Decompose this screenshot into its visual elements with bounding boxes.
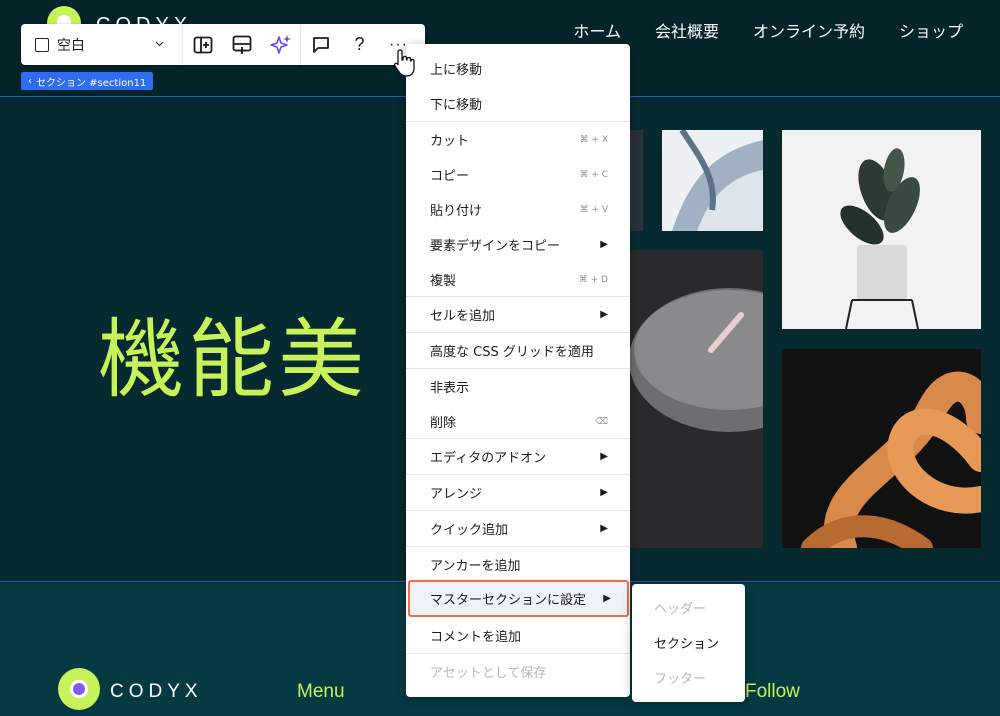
menu-item-shortcut: ⌫ — [595, 416, 608, 427]
menu-item-copy-design[interactable]: 要素デザインをコピー ▶ — [406, 227, 630, 262]
hero-title[interactable]: 機能美 — [98, 289, 368, 414]
menu-item-label: 非表示 — [430, 381, 470, 396]
layout-columns-icon — [193, 36, 212, 53]
menu-item-label: マスターセクションに設定 — [430, 593, 587, 608]
gallery-photo-speaker[interactable] — [629, 250, 763, 548]
menu-item-duplicate[interactable]: 複製 ⌘ + D — [406, 262, 630, 297]
layout-dropdown[interactable]: 空白 — [21, 24, 183, 65]
footer-logo-text: CODYX — [110, 681, 203, 702]
sparkle-icon — [269, 34, 291, 54]
comment-icon — [312, 36, 329, 53]
menu-item-cut[interactable]: カット ⌘ + X — [406, 122, 630, 157]
chevron-right-icon: ▶ — [600, 309, 608, 320]
menu-item-label: アンカーを追加 — [430, 559, 521, 574]
gallery-photo-dark[interactable] — [629, 130, 643, 231]
menu-item-shortcut: ⌘ + X — [579, 134, 608, 145]
menu-item-label: コメントを追加 — [430, 630, 522, 645]
menu-item-label: 上に移動 — [430, 63, 483, 78]
chevron-left-icon: ‹ — [28, 75, 32, 87]
menu-item-editor-addons[interactable]: エディタのアドオン ▶ — [406, 439, 630, 474]
menu-item-label: アセットとして保存 — [430, 666, 547, 681]
footer-menu-heading[interactable]: Menu — [297, 681, 345, 703]
gallery-photo-orange-knot[interactable] — [782, 349, 981, 548]
menu-item-shortcut: ⌘ + D — [578, 274, 608, 285]
chevron-right-icon: ▶ — [600, 523, 608, 534]
footer-follow-heading[interactable]: Follow — [745, 681, 800, 703]
menu-item-move-down[interactable]: 下に移動 — [406, 86, 630, 121]
menu-item-shortcut: ⌘ + V — [579, 204, 608, 215]
nav-item-about[interactable]: 会社概要 — [655, 18, 719, 42]
site-nav: ホーム 会社概要 オンライン予約 ショップ — [573, 18, 963, 42]
menu-item-label: エディタのアドオン — [430, 451, 547, 466]
menu-item-hide[interactable]: 非表示 — [406, 369, 630, 404]
help-icon: ? — [354, 34, 365, 54]
master-section-submenu: ヘッダー セクション フッター — [632, 584, 745, 702]
menu-item-add-anchor[interactable]: アンカーを追加 — [406, 547, 630, 582]
nav-item-shop[interactable]: ショップ — [899, 18, 963, 42]
chevron-right-icon: ▶ — [600, 451, 608, 462]
menu-item-label: 貼り付け — [430, 204, 483, 219]
footer-logo-dot-icon — [73, 683, 85, 695]
menu-item-add-comment[interactable]: コメントを追加 — [406, 618, 630, 653]
context-menu: 上に移動 下に移動 カット ⌘ + X コピー ⌘ + C 貼り付け ⌘ + V 要素… — [406, 44, 630, 697]
layout-dropdown-label: 空白 — [57, 37, 85, 54]
chevron-right-icon: ▶ — [600, 239, 608, 250]
nav-item-booking[interactable]: オンライン予約 — [753, 18, 865, 42]
chevron-right-icon: ▶ — [600, 487, 608, 498]
menu-item-shortcut: ⌘ + C — [579, 169, 608, 180]
menu-item-paste[interactable]: 貼り付け ⌘ + V — [406, 192, 630, 227]
submenu-item-footer: フッター — [632, 660, 745, 695]
add-row-button[interactable] — [222, 24, 261, 65]
submenu-item-label: セクション — [654, 637, 720, 652]
menu-item-quick-add[interactable]: クイック追加 ▶ — [406, 511, 630, 546]
menu-item-delete[interactable]: 削除 ⌫ — [406, 404, 630, 439]
menu-item-label: クイック追加 — [430, 523, 509, 538]
menu-item-label: セルを追加 — [430, 309, 496, 324]
section-toolbar: 空白 ? ··· — [21, 24, 425, 65]
menu-item-set-master-section[interactable]: マスターセクションに設定 ▶ — [408, 580, 629, 617]
chevron-down-icon — [155, 39, 164, 50]
menu-item-label: 高度な CSS グリッドを適用 — [430, 345, 594, 360]
add-column-button[interactable] — [183, 24, 222, 65]
section-breadcrumb[interactable]: ‹ セクション #section11 — [21, 72, 154, 90]
nav-item-home[interactable]: ホーム — [573, 18, 621, 42]
comment-button[interactable] — [301, 24, 340, 65]
gallery-photo-plant[interactable] — [782, 130, 981, 329]
menu-item-label: コピー — [430, 169, 470, 184]
menu-item-move-up[interactable]: 上に移動 — [406, 51, 630, 86]
menu-item-label: 要素デザインをコピー — [430, 239, 561, 254]
layout-rows-icon — [232, 35, 251, 54]
chevron-right-icon: ▶ — [603, 593, 611, 604]
menu-item-apply-css-grid[interactable]: 高度な CSS グリッドを適用 — [406, 333, 630, 368]
submenu-item-label: ヘッダー — [654, 602, 707, 617]
submenu-item-label: フッター — [654, 672, 707, 687]
menu-item-label: 下に移動 — [430, 98, 483, 113]
hand-cursor-icon — [393, 49, 415, 77]
blank-layout-icon — [35, 37, 49, 52]
help-button[interactable]: ? — [340, 24, 379, 65]
menu-item-save-as-asset: アセットとして保存 — [406, 654, 630, 689]
menu-item-label: 削除 — [430, 416, 457, 431]
menu-item-label: カット — [430, 134, 470, 149]
ai-assist-button[interactable] — [261, 24, 300, 65]
menu-item-label: 複製 — [430, 274, 457, 289]
submenu-item-section[interactable]: セクション — [632, 625, 745, 660]
menu-item-add-cell[interactable]: セルを追加 ▶ — [406, 297, 630, 332]
menu-item-label: アレンジ — [430, 487, 483, 502]
submenu-item-header: ヘッダー — [632, 590, 745, 625]
menu-item-copy[interactable]: コピー ⌘ + C — [406, 157, 630, 192]
gallery-photo-abstract-shape[interactable] — [662, 130, 763, 231]
menu-item-arrange[interactable]: アレンジ ▶ — [406, 475, 630, 510]
breadcrumb-label: セクション #section11 — [36, 77, 147, 89]
